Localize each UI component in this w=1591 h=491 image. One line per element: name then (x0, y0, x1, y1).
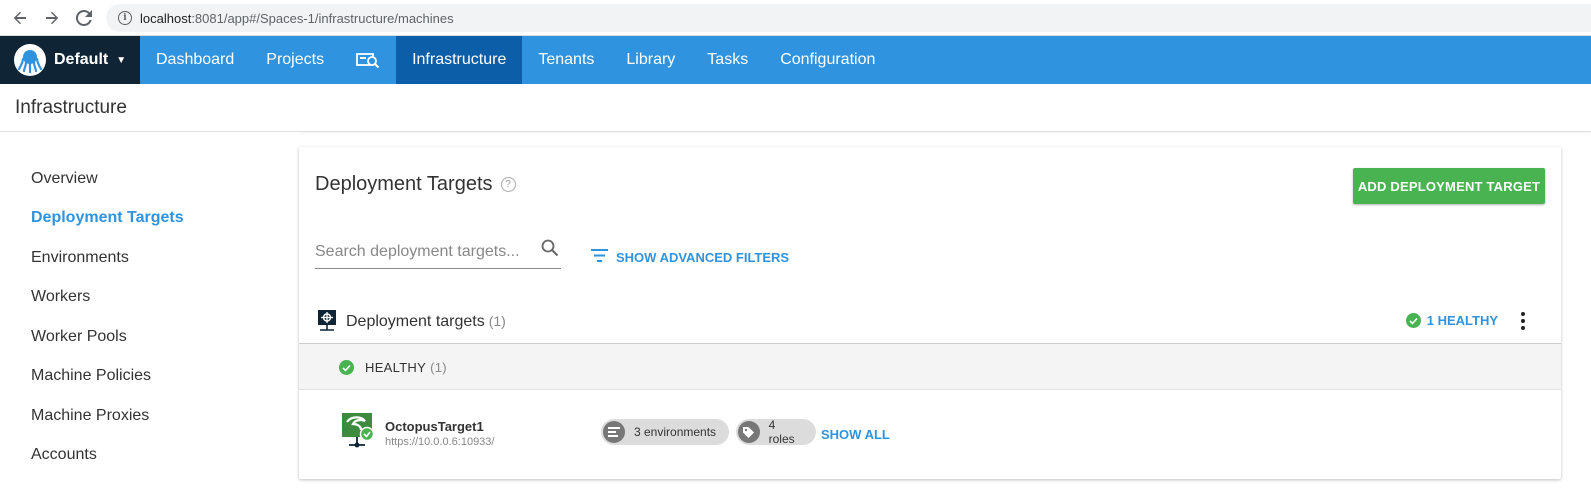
deployment-target-group-icon (317, 309, 337, 338)
reload-icon[interactable] (68, 0, 100, 36)
nav-projects[interactable]: Projects (250, 36, 340, 84)
status-label-text: HEALTHY (365, 360, 427, 375)
environments-chip-label: 3 environments (634, 425, 717, 439)
sidebar-item-accounts[interactable]: Accounts (31, 446, 97, 464)
page-title: Infrastructure (0, 84, 1591, 132)
sidebar-item-machine-policies[interactable]: Machine Policies (31, 367, 151, 385)
group-title-text: Deployment targets (346, 313, 485, 330)
back-icon[interactable] (4, 0, 36, 36)
sidebar-item-overview[interactable]: Overview (31, 170, 98, 188)
show-advanced-filters-button[interactable]: SHOW ADVANCED FILTERS (591, 249, 789, 265)
filter-icon (591, 249, 608, 265)
status-label: HEALTHY (1) (365, 360, 447, 375)
show-all-link[interactable]: SHOW ALL (821, 427, 890, 442)
nav-tenants[interactable]: Tenants (522, 36, 610, 84)
sidebar-item-worker-pools[interactable]: Worker Pools (31, 328, 127, 346)
group-count: (1) (488, 313, 506, 329)
deployment-targets-card: Deployment Targets ? ADD DEPLOYMENT TARG… (299, 147, 1561, 479)
search-machines-icon[interactable] (340, 36, 396, 84)
table-row[interactable]: OctopusTarget1 https://10.0.0.6:10933/ 3… (299, 390, 1561, 479)
add-deployment-target-button[interactable]: ADD DEPLOYMENT TARGET (1353, 168, 1545, 204)
deployment-targets-group-header[interactable]: Deployment targets (1) 1 HEALTHY (299, 304, 1561, 342)
healthy-summary-label: 1 HEALTHY (1426, 313, 1498, 328)
url-host: localhost (140, 10, 192, 26)
space-switcher[interactable]: Default ▼ (0, 36, 140, 84)
nav-infrastructure[interactable]: Infrastructure (396, 36, 523, 84)
healthy-status-icon (339, 360, 354, 375)
search-icon[interactable] (541, 239, 559, 262)
more-options-icon[interactable] (1521, 312, 1525, 330)
healthy-status-row[interactable]: HEALTHY (1) (299, 343, 1561, 390)
help-icon[interactable]: ? (500, 177, 516, 192)
sidebar: Overview Deployment Targets Environments… (0, 132, 300, 491)
search-input[interactable] (315, 235, 530, 265)
roles-chip[interactable]: 4 roles (736, 418, 816, 446)
site-info-icon[interactable]: i (118, 11, 132, 25)
sidebar-item-environments[interactable]: Environments (31, 249, 129, 267)
address-bar[interactable]: i localhost:8081/app#/Spaces-1/infrastru… (106, 4, 1591, 32)
group-title: Deployment targets (1) (346, 313, 506, 331)
healthy-summary-filter[interactable]: 1 HEALTHY (1405, 313, 1498, 328)
caret-down-icon: ▼ (116, 54, 127, 66)
sidebar-item-machine-proxies[interactable]: Machine Proxies (31, 407, 149, 425)
card-title-text: Deployment Targets (315, 173, 493, 195)
environments-icon (603, 421, 625, 443)
nav-dashboard[interactable]: Dashboard (140, 36, 250, 84)
top-navigation: Default ▼ Dashboard Projects Infrastruct… (0, 36, 1591, 84)
space-name: Default (54, 51, 109, 68)
status-count: (1) (430, 360, 447, 375)
environments-chip[interactable]: 3 environments (601, 419, 729, 445)
nav-configuration[interactable]: Configuration (764, 36, 891, 84)
browser-toolbar: i localhost:8081/app#/Spaces-1/infrastru… (0, 0, 1591, 36)
roles-chip-label: 4 roles (768, 418, 795, 446)
nav-library[interactable]: Library (610, 36, 691, 84)
url-path: :8081/app#/Spaces-1/infrastructure/machi… (191, 10, 454, 26)
target-url: https://10.0.0.6:10933/ (385, 436, 495, 448)
search-field (315, 235, 561, 269)
target-name[interactable]: OctopusTarget1 (385, 419, 484, 434)
card-title: Deployment Targets ? (315, 173, 516, 196)
listening-tentacle-icon (341, 412, 375, 455)
show-advanced-filters-label: SHOW ADVANCED FILTERS (616, 249, 790, 265)
tag-icon (738, 421, 760, 443)
sidebar-item-workers[interactable]: Workers (31, 288, 90, 306)
sidebar-item-deployment-targets[interactable]: Deployment Targets (31, 209, 184, 227)
forward-icon[interactable] (36, 0, 68, 36)
octopus-logo-icon (14, 44, 46, 76)
nav-tasks[interactable]: Tasks (691, 36, 764, 84)
healthy-check-icon (1405, 313, 1421, 328)
